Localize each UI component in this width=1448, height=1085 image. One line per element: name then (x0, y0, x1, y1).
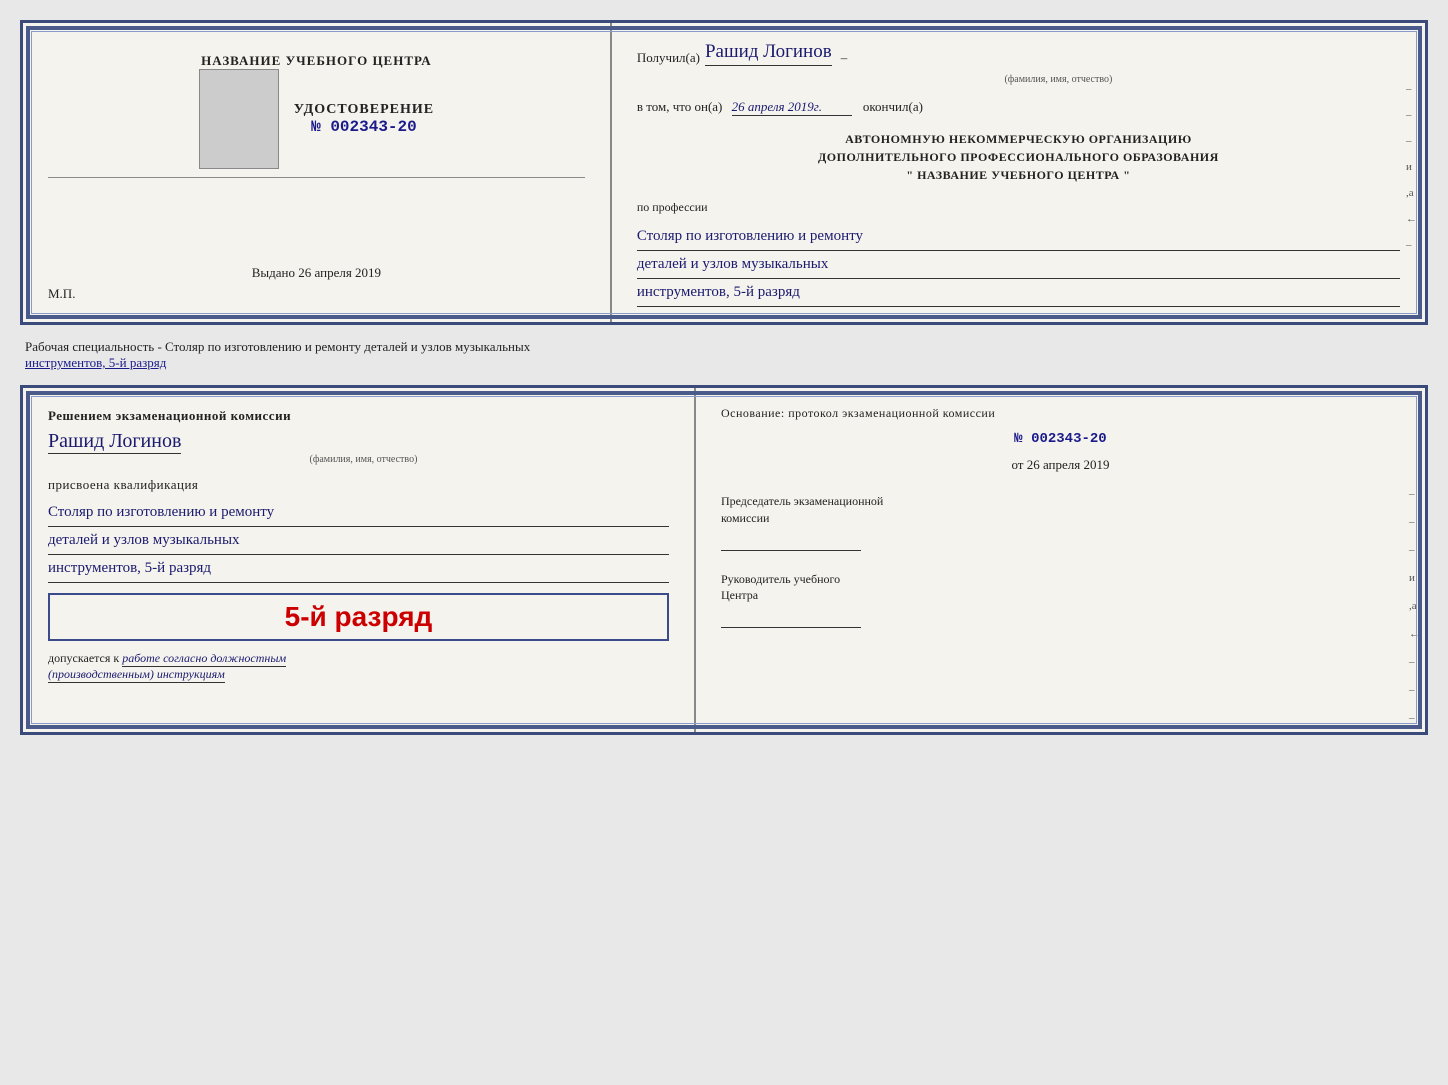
udostoverenie-number: № 002343-20 (294, 118, 434, 136)
bottom-fio-label: (фамилия, имя, отчество) (58, 454, 669, 465)
osnov-text: Основание: протокол экзаменационной коми… (721, 406, 1400, 421)
right-dashes-top: – – – и ,а ← – (1406, 83, 1417, 251)
po-professii-label: по профессии (637, 200, 1400, 215)
bottom-right-panel: Основание: протокол экзаменационной коми… (696, 388, 1425, 732)
razryad-box: 5-й разряд (48, 593, 669, 641)
pred-signature-block: Председатель экзаменационной комиссии (721, 493, 1400, 551)
razryad-big: 5-й разряд (60, 601, 657, 633)
dopuskaetsya-text2: (производственным) инструкциям (48, 667, 225, 683)
specialty-text: Рабочая специальность - Столяр по изгото… (25, 333, 1428, 377)
ruk-title: Руководитель учебного Центра (721, 571, 1400, 605)
vtom-date: 26 апреля 2019г. (732, 99, 852, 116)
recipient-name: Рашид Логинов (705, 41, 832, 66)
ruk-signature-block: Руководитель учебного Центра (721, 571, 1400, 629)
udostoverenie-title: УДОСТОВЕРЕНИЕ (294, 102, 434, 118)
profession-block-top: Столяр по изготовлению и ремонту деталей… (637, 223, 1400, 307)
vydano-line: Выдано 26 апреля 2019 (252, 265, 381, 281)
ruk-signature-line (721, 608, 861, 628)
right-dashes-bottom: – – – и ,а ← – – – (1409, 488, 1420, 724)
top-left-panel: НАЗВАНИЕ УЧЕБНОГО ЦЕНТРА УДОСТОВЕРЕНИЕ №… (23, 23, 612, 322)
bottom-name-block: Рашид Логинов (фамилия, имя, отчество) (48, 430, 669, 465)
qual-line1: Столяр по изготовлению и ремонту (48, 499, 669, 527)
dopuskaetsya-block: допускается к работе согласно должностны… (48, 651, 669, 683)
fio-label-top: (фамилия, имя, отчество) (717, 74, 1400, 85)
prisvoena-label: присвоена квалификация (48, 477, 669, 493)
middle-block: УДОСТОВЕРЕНИЕ № 002343-20 (48, 69, 585, 169)
vtom-line: в том, что он(а) 26 апреля 2019г. окончи… (637, 99, 1400, 116)
avt-block: АВТОНОМНУЮ НЕКОММЕРЧЕСКУЮ ОРГАНИЗАЦИЮ ДО… (637, 130, 1400, 184)
bottom-recipient-name: Рашид Логинов (48, 430, 181, 454)
page-wrapper: НАЗВАНИЕ УЧЕБНОГО ЦЕНТРА УДОСТОВЕРЕНИЕ №… (20, 20, 1428, 735)
qual-line3: инструментов, 5-й разряд (48, 555, 669, 583)
divider-left (48, 177, 585, 178)
udostoverenie-block: УДОСТОВЕРЕНИЕ № 002343-20 (294, 102, 434, 136)
pred-signature-line (721, 531, 861, 551)
qual-line2: деталей и узлов музыкальных (48, 527, 669, 555)
profession-line1: Столяр по изготовлению и ремонту (637, 223, 1400, 251)
qualification-block: Столяр по изготовлению и ремонту деталей… (48, 499, 669, 583)
resheniem-text: Решением экзаменационной комиссии (48, 408, 669, 424)
bottom-document: Решением экзаменационной комиссии Рашид … (20, 385, 1428, 735)
center-name-top: НАЗВАНИЕ УЧЕБНОГО ЦЕНТРА (201, 53, 432, 69)
profession-line2: деталей и узлов музыкальных (637, 251, 1400, 279)
protocol-number: № 002343-20 (721, 431, 1400, 447)
profession-line3: инструментов, 5-й разряд (637, 279, 1400, 307)
dopuskaetsya-text1: работе согласно должностным (122, 651, 286, 667)
specialty-underline: инструментов, 5-й разряд (25, 355, 166, 370)
photo-placeholder (199, 69, 279, 169)
ot-date: от 26 апреля 2019 (721, 457, 1400, 473)
top-document: НАЗВАНИЕ УЧЕБНОГО ЦЕНТРА УДОСТОВЕРЕНИЕ №… (20, 20, 1428, 325)
recipient-line: Получил(а) Рашид Логинов – (637, 41, 1400, 66)
top-right-panel: Получил(а) Рашид Логинов – (фамилия, имя… (612, 23, 1425, 322)
bottom-left-panel: Решением экзаменационной комиссии Рашид … (23, 388, 696, 732)
pred-title: Председатель экзаменационной комиссии (721, 493, 1400, 527)
mp-line: М.П. (48, 286, 75, 302)
